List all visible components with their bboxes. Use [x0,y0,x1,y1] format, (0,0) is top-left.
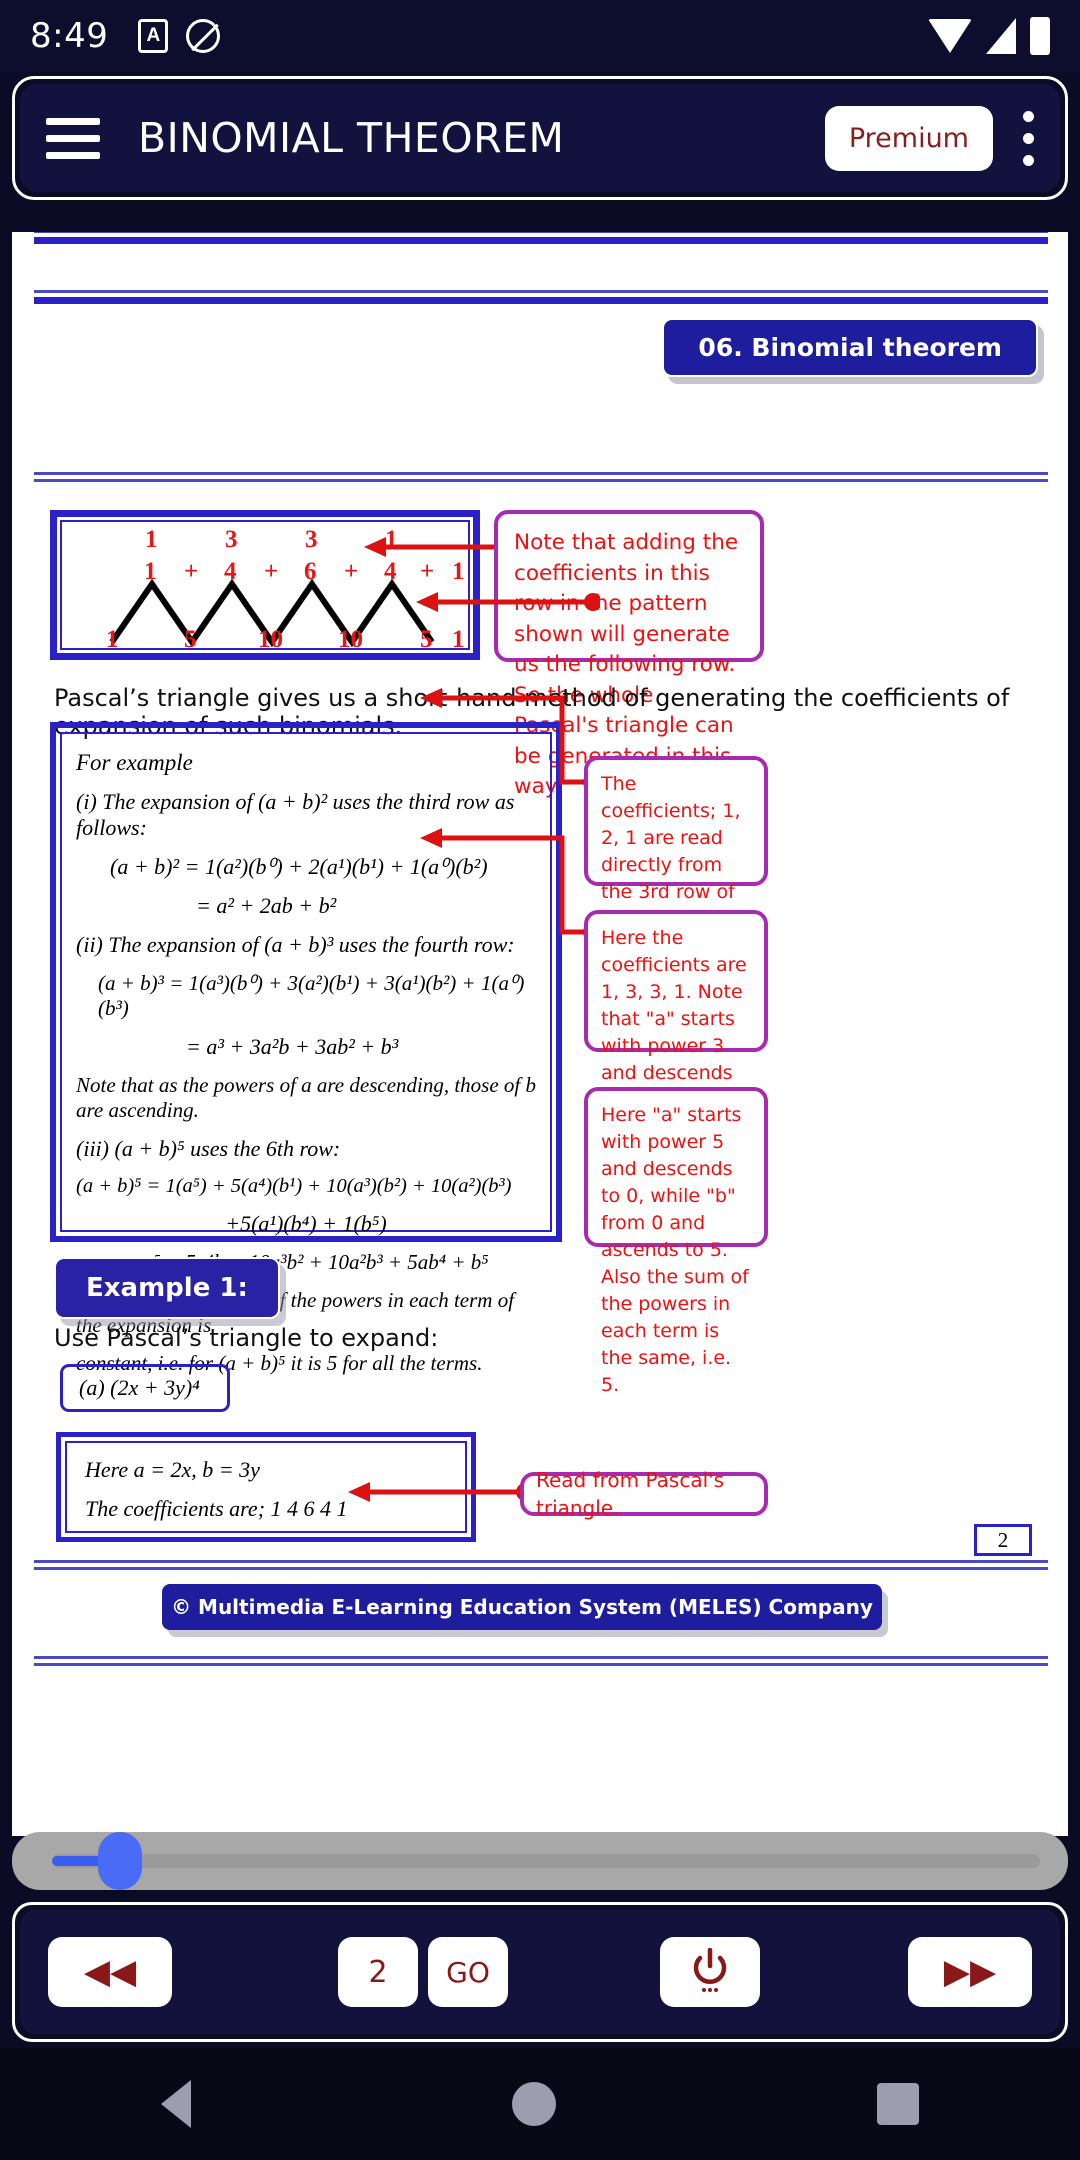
rule-lower [34,472,1048,486]
copyright-footer: © Multimedia E-Learning Education System… [162,1584,882,1630]
more-options-icon[interactable] [1023,110,1034,166]
item-iii-equation-1: (a + b)⁵ = 1(a⁵) + 5(a⁴)(b¹) + 10(a³)(b²… [76,1175,512,1197]
rule-upper [34,290,1048,304]
instruction-line: Use Pascal’s triangle to expand: [54,1324,439,1352]
callout-arrow-4 [420,828,601,941]
callout-arrow-5 [348,1482,532,1502]
recents-icon[interactable] [877,2083,920,2125]
forward-button[interactable]: ▶▶ [908,1937,1032,2007]
pascal-bot-2: 5 [184,626,197,653]
status-bar: 8:49 A [0,0,1080,72]
scrollbar-track[interactable] [52,1854,1040,1868]
do-not-disturb-icon [186,19,221,53]
slide-sheet: 06. Binomial theorem 1 3 3 1 1 + 4 + 6 +… [12,232,1068,1836]
scrollbar-thumb[interactable] [98,1832,142,1890]
go-button[interactable]: GO [428,1937,508,2007]
premium-button[interactable]: Premium [824,105,993,171]
power-icon [693,1948,727,1992]
item-iii-text: (iii) (a + b)⁵ uses the 6th row: [76,1136,341,1161]
slide-page-number: 2 [974,1524,1032,1556]
example-1-chip: Example 1: [54,1257,280,1319]
status-time: 8:49 [30,16,109,56]
bottom-toolbar: ◀◀ 2 GO ▶▶ [20,1910,1060,2034]
page-title: BINOMIAL THEOREM [138,114,565,162]
callout-note-4: Here "a" starts with power 5 and descend… [584,1087,768,1396]
app-bar-frame: BINOMIAL THEOREM Premium [12,76,1068,200]
status-system-icons [928,17,1050,55]
callout-note-5: Read from Pascal's triangle. [520,1468,768,1520]
pascal-mid-3: 6 [304,558,317,585]
rewind-button[interactable]: ◀◀ [48,1937,172,2007]
rule-footer-bottom [34,1656,1048,1670]
callout-arrow-2 [416,592,600,612]
battery-icon [1030,17,1050,55]
callout-arrow-1 [364,537,512,557]
pascal-top-2: 3 [225,526,238,553]
pascal-mid-plus-2: + [264,558,279,585]
home-icon[interactable] [511,2082,556,2126]
android-nav-bar [0,2048,1080,2160]
pascal-top-1: 1 [145,526,158,553]
phone-screen: 8:49 A BINOMIAL THEOREM Premium 06. Bino… [0,0,1080,2160]
back-icon[interactable] [160,2080,191,2128]
note-powers-line: Note that as the powers of a are descend… [76,1073,537,1122]
power-button[interactable] [660,1937,760,2007]
pascal-mid-2: 4 [224,558,237,585]
pascal-bot-4: 10 [338,626,363,653]
app-badge-icon: A [138,19,169,53]
pascal-bot-3: 10 [258,626,283,653]
callout-note-3: Here the coefficients are 1, 3, 3, 1. No… [584,910,768,1165]
pascal-bot-1: 1 [106,626,119,653]
slide-topic-chip: 06. Binomial theorem [662,318,1038,377]
item-iii-equation-2: +5(a¹)(b⁴) + 1(b⁵) [225,1211,387,1236]
signal-icon [986,18,1016,54]
wifi-icon [928,19,972,53]
horizontal-scrollbar[interactable] [12,1832,1068,1890]
pascal-mid-plus-1: + [184,558,199,585]
question-a-text: (a) (2x + 3y)⁴ [79,1375,200,1400]
bottom-toolbar-frame: ◀◀ 2 GO ▶▶ [12,1902,1068,2042]
callout-note-2: The coefficients; 1, 2, 1 are read direc… [584,756,768,984]
item-ii-equation-2: = a³ + 3a²b + 3ab² + b³ [186,1034,399,1059]
pascal-mid-1: 1 [144,558,157,585]
pascal-top-3: 3 [305,526,318,553]
rule-top [34,232,1048,244]
app-bar: BINOMIAL THEOREM Premium [20,84,1060,192]
status-notification-icons: A [138,19,221,53]
question-a-box: (a) (2x + 3y)⁴ [60,1364,230,1412]
page-number-input[interactable]: 2 [338,1937,418,2007]
menu-icon[interactable] [46,117,100,159]
rule-footer-top [34,1560,1048,1574]
